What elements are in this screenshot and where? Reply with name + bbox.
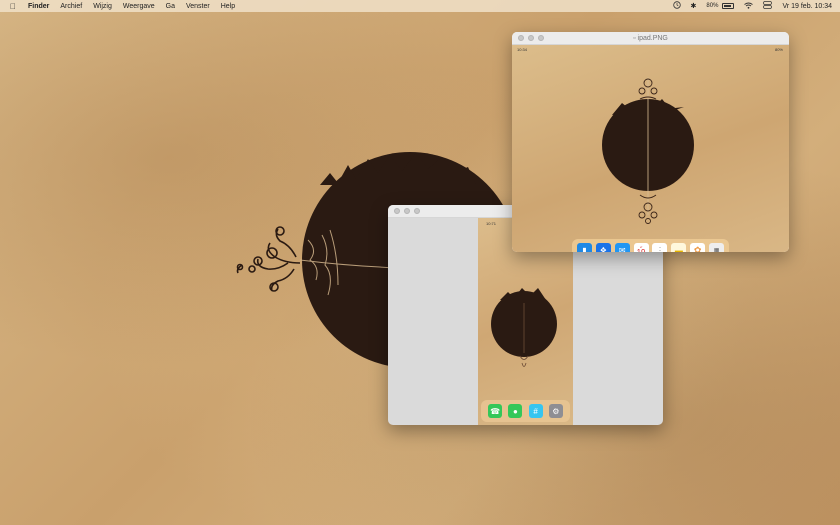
bluetooth-icon[interactable]: ✱ xyxy=(691,2,697,10)
photos-icon[interactable]: ✿ xyxy=(690,243,706,252)
menubar-datetime[interactable]: Vr 19 feb. 10:34 xyxy=(782,3,832,10)
calendar-icon[interactable]: vr 19 xyxy=(633,243,649,253)
ipad-dock: ▮ ❖ ✉ vr 19 ⋮ ▬ ✿ ▦ xyxy=(572,239,729,252)
menu-wijzig[interactable]: Wijzig xyxy=(93,3,112,10)
ipad-screenshot: 10:34 80% ▮ ❖ ✉ vr 19 ⋮ ▬ ✿ ▦ xyxy=(512,45,789,252)
window-title-text: ipad.PNG xyxy=(637,34,668,42)
close-button[interactable] xyxy=(394,208,400,214)
window-title: ▫ ipad.PNG xyxy=(512,35,789,42)
minimize-button[interactable] xyxy=(404,208,410,214)
document-icon: ▫ xyxy=(633,34,636,42)
menu-help[interactable]: Help xyxy=(221,3,235,10)
mail-icon[interactable]: ✉ xyxy=(614,243,630,252)
menu-venster[interactable]: Venster xyxy=(186,3,210,10)
clock-icon[interactable] xyxy=(672,1,681,11)
ipad-preview-window[interactable]: ▫ ipad.PNG 10:34 80% ▮ ❖ ✉ vr 19 xyxy=(512,32,789,252)
menu-weergave[interactable]: Weergave xyxy=(123,3,155,10)
settings-icon[interactable]: ⚙ xyxy=(548,404,563,418)
titlebar[interactable]: ▫ ipad.PNG xyxy=(512,32,789,45)
menu-ga[interactable]: Ga xyxy=(166,3,175,10)
wifi-icon[interactable] xyxy=(744,2,754,11)
phone-icon[interactable]: ☎ xyxy=(488,404,503,418)
menu-bar:  Finder Archief Wijzig Weergave Ga Vens… xyxy=(0,0,840,12)
zoom-button[interactable] xyxy=(414,208,420,214)
safari-icon[interactable]: ❖ xyxy=(595,243,611,252)
phone-dock: ☎ ● # ⚙ xyxy=(481,400,570,422)
app-library-icon[interactable]: ▦ xyxy=(709,243,725,252)
control-center-icon[interactable] xyxy=(763,1,773,11)
menu-archief[interactable]: Archief xyxy=(60,3,82,10)
notes-icon[interactable]: ▬ xyxy=(671,243,687,252)
window-controls xyxy=(394,208,424,214)
messages-icon[interactable]: ● xyxy=(508,404,523,418)
status-area: ✱ 80% Vr 19 feb. 10:34 xyxy=(663,0,832,12)
menu-finder[interactable]: Finder xyxy=(28,3,49,10)
calendar-day: 19 xyxy=(637,249,646,253)
apple-menu-icon[interactable]:  xyxy=(10,2,20,11)
reminders-icon[interactable]: ⋮ xyxy=(652,243,668,252)
battery-percent: 80% xyxy=(706,3,719,9)
ipad-wallpaper-art xyxy=(602,77,694,224)
files-icon[interactable]: ▮ xyxy=(576,243,592,252)
battery-icon[interactable] xyxy=(722,3,735,9)
slack-icon[interactable]: # xyxy=(528,404,543,418)
